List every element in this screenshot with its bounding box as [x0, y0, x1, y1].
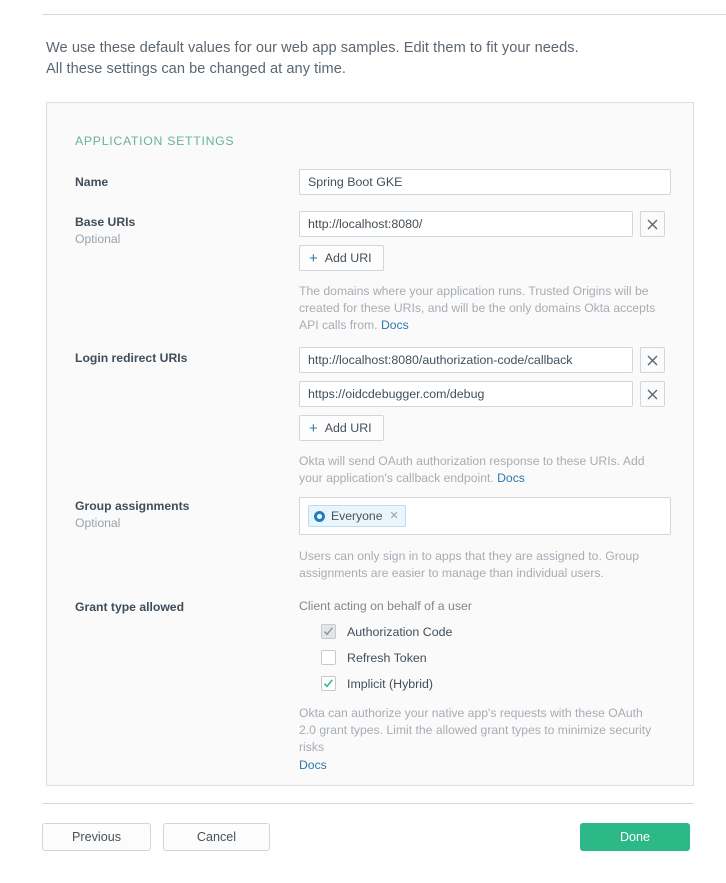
checkbox-implicit-hybrid[interactable]: [321, 676, 336, 691]
group-assignments-helper-text: Users can only sign in to apps that they…: [299, 549, 640, 581]
cancel-button[interactable]: Cancel: [163, 823, 270, 851]
intro-line-1: We use these default values for our web …: [46, 40, 579, 56]
remove-login-redirect-uri-button-1[interactable]: [640, 347, 665, 373]
grant-option-label: Implicit (Hybrid): [347, 676, 434, 691]
add-login-redirect-uri-label: Add URI: [324, 421, 372, 435]
checkbox-authorization-code[interactable]: [321, 624, 336, 639]
base-uris-helper-body: The domains where your application runs.…: [299, 284, 656, 333]
base-uri-input-row: [299, 211, 671, 237]
top-divider: [42, 14, 726, 15]
card-title: APPLICATION SETTINGS: [75, 134, 235, 148]
done-button[interactable]: Done: [580, 823, 690, 851]
group-assignments-label-text: Group assignments: [75, 499, 190, 513]
login-redirect-input-row: [299, 381, 671, 407]
plus-icon: +: [309, 419, 318, 437]
grant-type-field-group: Client acting on behalf of a user Author…: [299, 599, 671, 774]
previous-button[interactable]: Previous: [42, 823, 151, 851]
login-redirect-docs-link[interactable]: Docs: [497, 471, 525, 485]
grant-option-refresh-token[interactable]: Refresh Token: [321, 650, 671, 665]
login-redirect-uri-input-2[interactable]: [299, 381, 633, 407]
group-assignments-chip-box[interactable]: Everyone ✕: [299, 497, 671, 535]
grant-option-label: Refresh Token: [347, 650, 427, 665]
group-assignments-optional-text: Optional: [75, 516, 121, 530]
login-redirect-input-row: [299, 347, 671, 373]
footer-divider: [42, 803, 694, 804]
login-redirect-field-group: + Add URI Okta will send OAuth authoriza…: [299, 347, 671, 487]
base-uris-field-group: + Add URI The domains where your applica…: [299, 211, 671, 335]
grant-type-label: Grant type allowed: [75, 600, 290, 615]
group-assignments-field-group: Everyone ✕ Users can only sign in to app…: [299, 497, 671, 582]
name-field-group: [299, 169, 671, 195]
group-chip-label: Everyone: [331, 509, 383, 523]
name-label-text: Name: [75, 175, 109, 189]
login-redirect-label: Login redirect URIs: [75, 351, 290, 366]
base-uris-docs-link[interactable]: Docs: [381, 318, 409, 332]
close-icon: [647, 389, 658, 400]
grant-type-helper-text: Okta can authorize your native app's req…: [299, 705, 657, 774]
login-redirect-uri-input-1[interactable]: [299, 347, 633, 373]
plus-icon: +: [309, 249, 318, 267]
application-settings-card: APPLICATION SETTINGS Name Base URIs Opti…: [46, 102, 694, 786]
grant-type-helper-body: Okta can authorize your native app's req…: [299, 706, 652, 755]
base-uris-label-text: Base URIs: [75, 215, 136, 229]
name-label: Name: [75, 175, 290, 190]
base-uris-optional-text: Optional: [75, 232, 121, 246]
login-redirect-helper-body: Okta will send OAuth authorization respo…: [299, 454, 645, 486]
grant-type-docs-link[interactable]: Docs: [299, 757, 657, 774]
add-base-uri-button[interactable]: + Add URI: [299, 245, 384, 271]
group-circle-icon: [314, 510, 325, 522]
base-uris-label: Base URIs Optional: [75, 215, 290, 247]
grant-option-authorization-code[interactable]: Authorization Code: [321, 624, 671, 639]
name-input[interactable]: [299, 169, 671, 195]
close-icon: [647, 219, 658, 230]
add-login-redirect-uri-button[interactable]: + Add URI: [299, 415, 384, 441]
group-assignments-label: Group assignments Optional: [75, 499, 290, 531]
login-redirect-label-text: Login redirect URIs: [75, 351, 188, 365]
close-icon: [647, 355, 658, 366]
grant-type-section-label: Client acting on behalf of a user: [299, 599, 472, 613]
remove-base-uri-button[interactable]: [640, 211, 665, 237]
grant-type-label-text: Grant type allowed: [75, 600, 185, 614]
add-base-uri-label: Add URI: [324, 251, 372, 265]
group-chip-everyone[interactable]: Everyone ✕: [308, 505, 406, 527]
base-uri-input[interactable]: [299, 211, 633, 237]
base-uris-helper-text: The domains where your application runs.…: [299, 283, 657, 335]
grant-option-implicit-hybrid[interactable]: Implicit (Hybrid): [321, 676, 671, 691]
chip-close-icon[interactable]: ✕: [390, 510, 399, 522]
intro-line-2: All these settings can be changed at any…: [46, 61, 347, 77]
login-redirect-helper-text: Okta will send OAuth authorization respo…: [299, 453, 657, 487]
grant-option-label: Authorization Code: [347, 624, 453, 639]
checkbox-refresh-token[interactable]: [321, 650, 336, 665]
intro-text: We use these default values for our web …: [46, 38, 686, 80]
remove-login-redirect-uri-button-2[interactable]: [640, 381, 665, 407]
